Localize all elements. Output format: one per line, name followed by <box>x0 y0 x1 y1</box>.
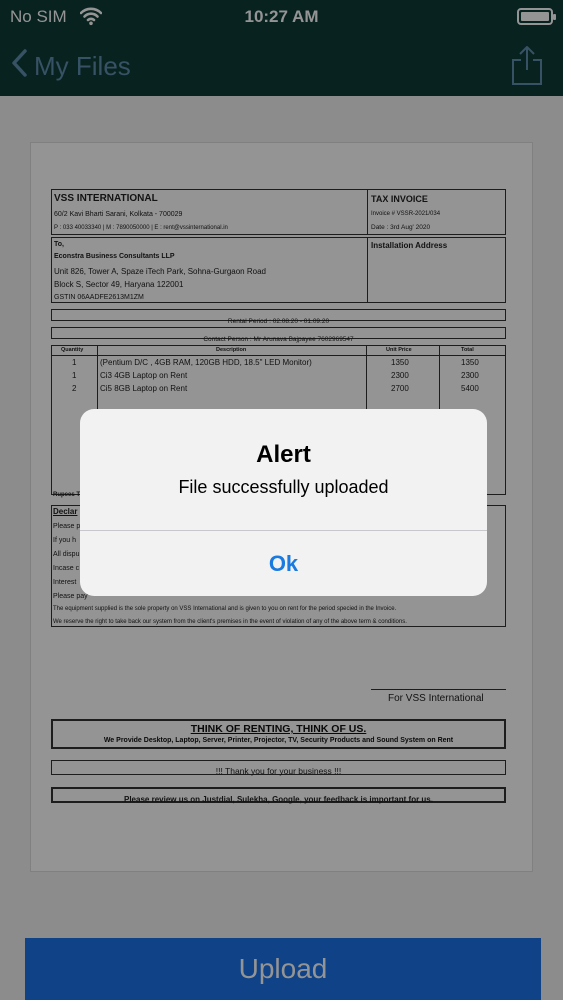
ok-button[interactable]: Ok <box>80 531 487 596</box>
alert-message: File successfully uploaded <box>178 477 389 497</box>
alert-dialog: Alert File successfully uploaded Ok <box>80 409 487 596</box>
alert-title: Alert <box>256 441 311 468</box>
